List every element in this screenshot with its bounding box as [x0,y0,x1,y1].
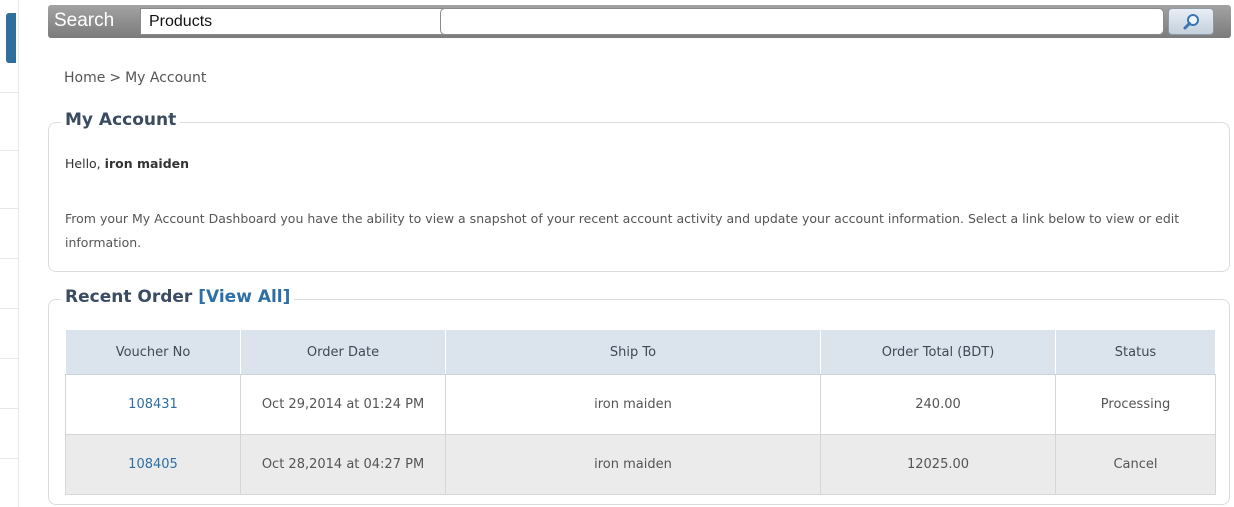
ship-to: iron maiden [445,434,821,495]
search-button[interactable] [1168,8,1214,35]
my-account-panel: My Account Hello, iron maiden From your … [48,110,1230,272]
sidebar-divider [0,258,18,259]
recent-order-panel: Recent Order [View All] Voucher No Order… [48,287,1230,505]
column-header-order-date: Order Date [240,329,446,375]
order-date: Oct 29,2014 at 01:24 PM [240,374,446,435]
search-category-select[interactable]: Products ▼ [140,8,470,35]
order-status: Processing [1055,374,1216,435]
breadcrumb: Home > My Account [64,70,210,86]
order-status: Cancel [1055,434,1216,495]
table-header-row: Voucher No Order Date Ship To Order Tota… [65,329,1216,375]
sidebar-divider [0,358,18,359]
user-name: iron maiden [104,156,190,171]
search-label: Search [54,10,115,31]
breadcrumb-current: My Account [125,70,207,86]
magnifier-icon [1183,14,1199,30]
column-header-ship-to: Ship To [445,329,821,375]
search-input[interactable] [440,8,1164,35]
table-row: 108405 Oct 28,2014 at 04:27 PM iron maid… [65,434,1216,495]
order-total: 240.00 [820,374,1056,435]
column-header-status: Status [1055,329,1216,375]
sidebar-divider [0,408,18,409]
column-header-order-total: Order Total (BDT) [820,329,1056,375]
orders-table: Voucher No Order Date Ship To Order Tota… [65,329,1216,495]
recent-order-title-text: Recent Order [65,287,193,307]
my-account-title: My Account [61,110,181,130]
sidebar-divider [0,92,18,93]
breadcrumb-home-link[interactable]: Home [64,70,105,86]
left-sidebar-edge [0,0,19,507]
voucher-link[interactable]: 108405 [65,434,241,495]
sidebar-divider [0,208,18,209]
order-date: Oct 28,2014 at 04:27 PM [240,434,446,495]
sidebar-divider [0,150,18,151]
table-row: 108431 Oct 29,2014 at 01:24 PM iron maid… [65,374,1216,435]
account-intro-text: From your My Account Dashboard you have … [65,211,1180,250]
sidebar-divider [0,308,18,309]
left-accent-tab[interactable] [6,13,16,63]
view-all-link[interactable]: [View All] [198,287,290,307]
column-header-voucher: Voucher No [65,329,241,375]
greeting-prefix: Hello, [65,156,101,171]
recent-order-title: Recent Order [View All] [61,287,295,307]
order-total: 12025.00 [820,434,1056,495]
sidebar-divider [0,458,18,459]
breadcrumb-separator: > [109,70,122,86]
search-bar: Search Products ▼ [48,5,1231,38]
search-category-value: Products [149,13,213,30]
greeting: Hello, iron maiden [65,156,189,171]
ship-to: iron maiden [445,374,821,435]
voucher-link[interactable]: 108431 [65,374,241,435]
